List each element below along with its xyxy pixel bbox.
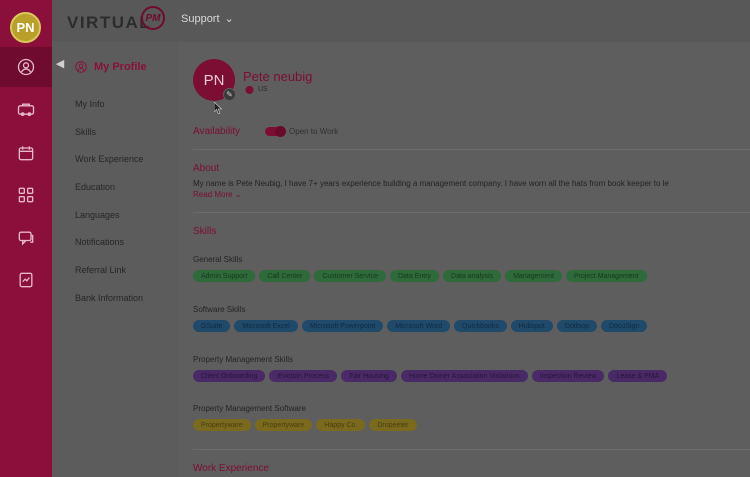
- pm-skills-chips: Client Onboarding Eviction Process Fair …: [193, 370, 668, 382]
- nav-referral-link[interactable]: Referral Link: [75, 265, 126, 275]
- nav-bank-information[interactable]: Bank Information: [75, 293, 143, 303]
- location-pin-icon: ⬤: [245, 85, 254, 94]
- skill-chip: Lease & PMA: [608, 370, 668, 382]
- rail-item-reports[interactable]: [0, 260, 52, 300]
- skill-chip: Propertyware: [193, 419, 251, 431]
- pm-skills-title: Property Management Skills: [193, 355, 294, 364]
- user-icon: [17, 58, 35, 76]
- nav-languages[interactable]: Languages: [75, 210, 120, 220]
- nav-my-info[interactable]: My Info: [75, 99, 105, 109]
- skill-chip: Hubspot: [510, 320, 553, 332]
- rail-item-profile[interactable]: [0, 47, 52, 87]
- skill-chip: Client Onboarding: [193, 370, 266, 382]
- general-skills-chips: Admin Support Call Center Customer Servi…: [193, 270, 647, 282]
- skills-title: Skills: [193, 226, 217, 237]
- skill-chip: Data analysis: [443, 270, 502, 282]
- about-text: My name is Pete Neubig, I have 7+ years …: [193, 179, 669, 188]
- nav-notifications[interactable]: Notifications: [75, 237, 124, 247]
- skill-chip: Dropeeter: [369, 419, 417, 431]
- read-more-link[interactable]: Read More ⌄: [193, 190, 242, 199]
- divider: [193, 212, 750, 213]
- software-skills-chips: GSuite Microsoft Excel Microsoft Powerpo…: [193, 320, 648, 332]
- skill-chip: GSuite: [193, 320, 231, 332]
- skill-chip: Propertyware: [254, 419, 313, 431]
- profile-sidenav: ◀ My Profile My Info Skills Work Experie…: [52, 42, 178, 477]
- skill-chip: Happy Co.: [316, 419, 366, 431]
- skill-chip: Quickbooks: [454, 320, 507, 332]
- skill-chip: Microsoft Excel: [234, 320, 298, 332]
- icon-rail: PN: [0, 0, 52, 477]
- profile-main: PN ✎ Pete neubig ⬤ US Availability Open …: [178, 42, 750, 477]
- skill-chip: Microsoft Word: [387, 320, 451, 332]
- user-avatar[interactable]: PN: [10, 12, 41, 43]
- skill-chip: Dotloop: [556, 320, 597, 332]
- logo-pm-mark: PM: [141, 6, 165, 30]
- software-skills-title: Software Skills: [193, 305, 246, 314]
- nav-my-profile-label: My Profile: [94, 61, 147, 73]
- skill-chip: Eviction Process: [269, 370, 338, 382]
- nav-work-experience[interactable]: Work Experience: [75, 154, 143, 164]
- user-circle-icon: [75, 61, 87, 73]
- profile-location: ⬤ US: [245, 85, 268, 94]
- rail-item-messages[interactable]: [0, 218, 52, 258]
- skill-chip: Microsoft Powerpoint: [301, 320, 384, 332]
- skill-chip: Project Management: [565, 270, 647, 282]
- skill-chip: Admin Support: [193, 270, 256, 282]
- divider: [193, 449, 750, 450]
- pm-software-title: Property Management Software: [193, 404, 306, 413]
- pm-software-chips: Propertyware Propertyware Happy Co. Drop…: [193, 419, 417, 431]
- profile-location-text: US: [257, 86, 268, 93]
- divider: [193, 149, 750, 150]
- skill-chip: Home Owner Association Violations: [400, 370, 528, 382]
- rail-item-properties[interactable]: [0, 90, 52, 130]
- calendar-icon: [18, 146, 34, 161]
- open-to-work-toggle[interactable]: [265, 126, 286, 137]
- work-experience-title: Work Experience: [193, 463, 269, 474]
- skill-chip: Fair Housing: [341, 370, 397, 382]
- logo[interactable]: VIRTUAL PM: [67, 6, 167, 36]
- skill-chip: Management: [505, 270, 562, 282]
- skill-chip: Call Center: [259, 270, 311, 282]
- profile-name: Pete neubig: [243, 69, 313, 84]
- availability-title: Availability: [193, 126, 241, 137]
- truck-icon: [17, 103, 35, 117]
- open-to-work-label: Open to Work: [289, 127, 339, 136]
- chevron-down-icon: ⌄: [224, 13, 234, 25]
- rail-item-calendar[interactable]: [0, 133, 52, 173]
- chat-icon: [18, 231, 34, 246]
- skill-chip: DocuSign: [600, 320, 648, 332]
- skill-chip: Inspection Review: [531, 370, 605, 382]
- skill-chip: Data Entry: [389, 270, 440, 282]
- collapse-arrow-icon[interactable]: ◀: [52, 55, 68, 71]
- general-skills-title: General Skills: [193, 255, 243, 264]
- document-icon: [19, 272, 33, 288]
- edit-avatar-icon[interactable]: ✎: [223, 88, 236, 101]
- mouse-cursor-icon: [214, 102, 222, 114]
- grid-icon: [18, 187, 34, 203]
- support-menu[interactable]: Support ⌄: [181, 12, 234, 26]
- nav-skills[interactable]: Skills: [75, 127, 96, 137]
- support-label: Support: [181, 12, 220, 25]
- rail-item-apps[interactable]: [0, 175, 52, 215]
- nav-education[interactable]: Education: [75, 182, 115, 192]
- skill-chip: Customer Service: [314, 270, 386, 282]
- logo-wordmark: VIRTUAL: [67, 13, 152, 32]
- top-header: VIRTUAL PM Support ⌄: [52, 0, 750, 42]
- nav-my-profile[interactable]: My Profile: [74, 60, 147, 74]
- about-title: About: [193, 163, 220, 174]
